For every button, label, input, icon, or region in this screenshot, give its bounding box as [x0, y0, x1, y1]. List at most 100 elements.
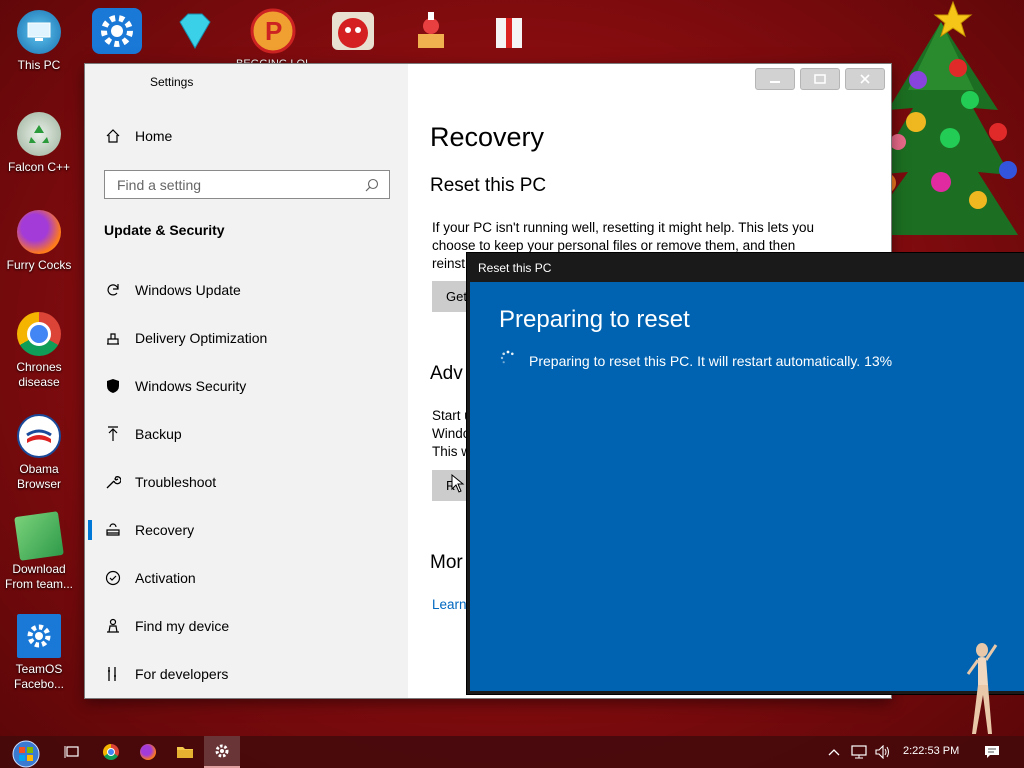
delivery-icon	[105, 330, 121, 346]
mouse-cursor-icon	[451, 474, 465, 493]
desktop-icon-label: Falcon C++	[7, 160, 71, 174]
gear-icon	[17, 614, 61, 658]
desktop-icon-download[interactable]: Download From team...	[0, 511, 78, 592]
maximize-button[interactable]	[800, 68, 840, 90]
backup-arrow-icon	[105, 426, 121, 442]
firefox-icon	[140, 744, 156, 760]
desktop-icon-cake[interactable]	[406, 8, 456, 54]
folder-icon	[177, 747, 193, 758]
nav-item-label: Delivery Optimization	[135, 330, 268, 346]
minimize-icon	[770, 81, 780, 83]
taskbar-chrome[interactable]	[93, 736, 129, 768]
taskbar-file-explorer[interactable]	[167, 736, 203, 768]
reset-heading: Reset this PC	[430, 175, 547, 196]
settings-sidebar: Settings Home Update & Security Windows …	[85, 64, 408, 698]
search-box[interactable]	[104, 170, 390, 199]
desktop-icon-gift[interactable]	[484, 8, 534, 54]
nav-item-label: Recovery	[135, 522, 195, 538]
network-button[interactable]	[847, 736, 871, 768]
chevron-up-icon	[828, 749, 840, 756]
maximize-icon	[814, 74, 826, 84]
gear-icon	[215, 744, 229, 758]
p-logo-icon: P	[250, 8, 296, 54]
nav-item-label: For developers	[135, 666, 229, 682]
nav-item-delivery-optimization[interactable]: Delivery Optimization	[85, 314, 408, 362]
person-pin-icon	[105, 618, 121, 634]
reset-text-line: If your PC isn't running well, resetting…	[432, 220, 815, 235]
taskbar-clock[interactable]: 2:22:53 PM	[903, 745, 959, 757]
chrome-icon	[103, 744, 119, 760]
nav-item-label: Find my device	[135, 618, 230, 634]
nav-home-label: Home	[135, 128, 173, 144]
taskbar-firefox[interactable]	[130, 736, 166, 768]
loading-spinner-icon	[500, 350, 514, 364]
desktop-icon-teamos-facebook[interactable]: TeamOS Facebo...	[0, 614, 78, 692]
chrome-icon	[17, 312, 61, 356]
nav-item-label: Windows Update	[135, 282, 241, 298]
cake-icon	[418, 12, 444, 48]
desktop-icon-label: TeamOS Facebo...	[13, 662, 65, 691]
start-button[interactable]	[6, 736, 46, 768]
notification-icon	[985, 746, 999, 758]
show-hidden-icons-button[interactable]	[822, 736, 846, 768]
obama-logo-icon	[17, 414, 61, 458]
page-title: Recovery	[430, 122, 545, 152]
taskbar-settings[interactable]	[204, 736, 240, 768]
action-center-button[interactable]	[978, 736, 1006, 768]
task-view-button[interactable]	[54, 736, 90, 768]
notepad-icon	[14, 511, 64, 561]
nav-item-windows-security[interactable]: Windows Security	[85, 362, 408, 410]
desktop-icon-teamos[interactable]	[92, 8, 142, 54]
close-button[interactable]	[845, 68, 885, 90]
nav-list: Windows Update Delivery Optimization Win…	[85, 266, 408, 698]
recovery-icon	[105, 522, 121, 538]
home-icon	[106, 129, 120, 143]
learn-link[interactable]: Learn	[432, 597, 467, 612]
nav-home[interactable]: Home	[105, 128, 172, 144]
search-icon[interactable]	[365, 178, 379, 192]
nav-item-activation[interactable]: Activation	[85, 554, 408, 602]
network-icon	[851, 745, 867, 759]
desktop-icon-diamond[interactable]	[170, 8, 220, 54]
monitor-icon	[17, 10, 61, 54]
dancer-figure-decoration	[966, 643, 998, 734]
volume-button[interactable]	[871, 736, 895, 768]
angry-bird-icon	[332, 12, 374, 50]
desktop-icon-this-pc[interactable]: This PC	[0, 10, 78, 73]
close-icon	[860, 74, 870, 84]
desktop-icon-label: Furry Cocks	[6, 258, 72, 272]
desktop-icon-label: Download From team...	[4, 562, 73, 591]
section-title: Update & Security	[104, 222, 225, 238]
nav-item-recovery[interactable]: Recovery	[85, 506, 408, 554]
desktop-icon-begging[interactable]: P	[248, 8, 298, 54]
advanced-heading: Adv	[430, 363, 463, 384]
nav-item-label: Backup	[135, 426, 182, 442]
minimize-button[interactable]	[755, 68, 795, 90]
windows-start-icon	[12, 740, 40, 768]
developer-icon	[105, 666, 121, 682]
reset-dialog-title: Reset this PC	[478, 261, 552, 275]
gear-icon	[101, 15, 133, 47]
desktop-icon-youtube[interactable]	[328, 8, 378, 54]
search-input[interactable]	[115, 175, 359, 194]
taskbar: 2:22:53 PM	[0, 736, 1024, 768]
svg-text:P: P	[265, 16, 282, 46]
reset-dialog-message: Preparing to reset this PC. It will rest…	[529, 353, 893, 369]
desktop-icon-chrome[interactable]: Chrones disease	[0, 312, 78, 390]
desktop-icon-obama-browser[interactable]: Obama Browser	[0, 414, 78, 492]
nav-item-for-developers[interactable]: For developers	[85, 650, 408, 698]
nav-item-find-my-device[interactable]: Find my device	[85, 602, 408, 650]
nav-item-backup[interactable]: Backup	[85, 410, 408, 458]
desktop-icon-label: This PC	[17, 58, 61, 72]
nav-item-label: Troubleshoot	[135, 474, 217, 490]
desktop-icon-firefox[interactable]: Furry Cocks	[0, 210, 78, 273]
nav-item-label: Activation	[135, 570, 196, 586]
nav-item-windows-update[interactable]: Windows Update	[85, 266, 408, 314]
desktop-icon-falcon[interactable]: Falcon C++	[0, 112, 78, 175]
refresh-icon	[105, 282, 121, 298]
more-heading: Mor	[430, 552, 463, 573]
desktop-icon-label: Obama Browser	[16, 462, 61, 491]
task-view-icon	[64, 746, 79, 758]
nav-item-troubleshoot[interactable]: Troubleshoot	[85, 458, 408, 506]
reset-dialog-heading: Preparing to reset	[499, 306, 690, 333]
